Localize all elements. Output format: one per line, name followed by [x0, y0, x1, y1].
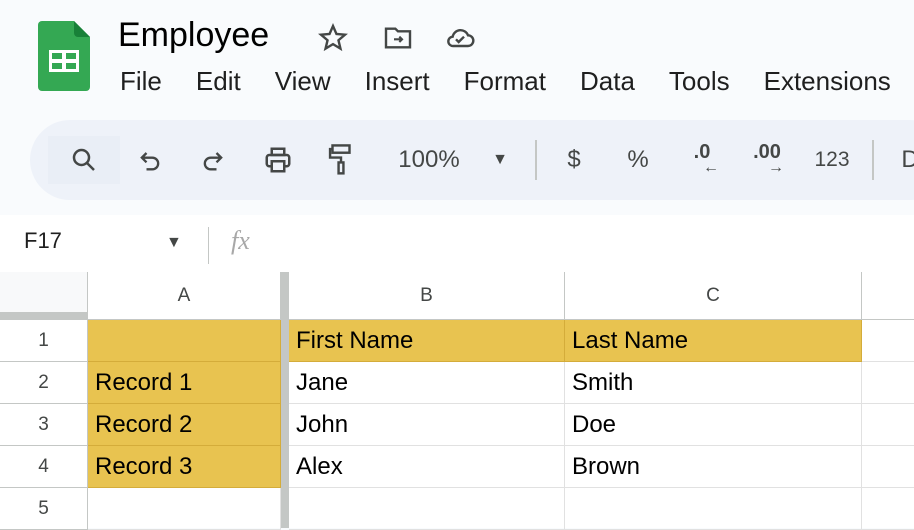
- redo-icon: [203, 152, 223, 171]
- cell[interactable]: [862, 320, 914, 362]
- percent-format-button[interactable]: %: [622, 140, 654, 180]
- paint-format-button[interactable]: [322, 140, 360, 180]
- cell[interactable]: First Name: [289, 320, 565, 362]
- caret-down-icon: ▼: [492, 151, 508, 168]
- currency-format-button[interactable]: $: [560, 140, 588, 180]
- cell[interactable]: [862, 404, 914, 446]
- document-title[interactable]: Employee: [118, 16, 269, 55]
- column-header[interactable]: [862, 272, 914, 320]
- font-label: D: [901, 146, 914, 173]
- column-header[interactable]: C: [565, 272, 862, 320]
- undo-button[interactable]: [132, 140, 168, 180]
- row-header[interactable]: 5: [0, 488, 88, 530]
- cell[interactable]: Doe: [565, 404, 862, 446]
- formula-input[interactable]: [280, 222, 900, 266]
- search-menus-button[interactable]: [48, 136, 120, 184]
- currency-label: $: [567, 146, 581, 173]
- cell[interactable]: [88, 488, 281, 530]
- row-header[interactable]: 3: [0, 404, 88, 446]
- cell[interactable]: Last Name: [565, 320, 862, 362]
- sheets-logo-icon[interactable]: [38, 21, 90, 91]
- number-format-label: 123: [814, 148, 850, 171]
- cell[interactable]: Record 2: [88, 404, 281, 446]
- cell[interactable]: John: [289, 404, 565, 446]
- increase-decimal-label: .00: [753, 141, 781, 163]
- menu-format[interactable]: Format: [464, 66, 546, 97]
- cell[interactable]: [862, 446, 914, 488]
- zoom-select[interactable]: 100%: [388, 140, 470, 180]
- star-icon[interactable]: [317, 22, 349, 54]
- cell[interactable]: Brown: [565, 446, 862, 488]
- zoom-dropdown-button[interactable]: ▼: [488, 140, 512, 180]
- toolbar-divider: [535, 140, 537, 180]
- print-icon: [265, 147, 291, 173]
- cell[interactable]: [862, 362, 914, 404]
- cell[interactable]: [565, 488, 862, 530]
- undo-icon: [140, 152, 160, 171]
- decrease-decimal-button[interactable]: .0 ←: [682, 140, 722, 180]
- arrow-right-icon: →: [768, 159, 784, 176]
- menu-edit[interactable]: Edit: [196, 66, 241, 97]
- menu-view[interactable]: View: [275, 66, 331, 97]
- cloud-saved-icon[interactable]: [444, 22, 476, 54]
- menu-extensions[interactable]: Extensions: [764, 66, 891, 97]
- zoom-value: 100%: [398, 146, 460, 173]
- move-to-folder-icon[interactable]: [382, 22, 414, 54]
- redo-button[interactable]: [195, 140, 231, 180]
- increase-decimal-button[interactable]: .00 →: [745, 140, 789, 180]
- cell[interactable]: [862, 488, 914, 530]
- row-header[interactable]: 1: [0, 320, 88, 362]
- toolbar-divider: [872, 140, 874, 180]
- formula-divider: [208, 227, 209, 264]
- name-box[interactable]: F17: [24, 228, 62, 254]
- freeze-column-handle[interactable]: [281, 272, 289, 528]
- cell[interactable]: Smith: [565, 362, 862, 404]
- freeze-row-handle[interactable]: [0, 312, 88, 320]
- row-header[interactable]: 2: [0, 362, 88, 404]
- cell[interactable]: Record 1: [88, 362, 281, 404]
- number-format-button[interactable]: 123: [810, 140, 854, 180]
- name-box-dropdown-icon[interactable]: ▼: [166, 234, 182, 252]
- cell[interactable]: [289, 488, 565, 530]
- column-header[interactable]: B: [289, 272, 565, 320]
- menu-tools[interactable]: Tools: [669, 66, 730, 97]
- fx-icon: fx: [231, 226, 250, 255]
- menu-data[interactable]: Data: [580, 66, 635, 97]
- menu-file[interactable]: File: [120, 66, 162, 97]
- row-header[interactable]: 4: [0, 446, 88, 488]
- decrease-decimal-label: .0: [693, 141, 711, 163]
- arrow-left-icon: ←: [703, 159, 719, 176]
- paint-roller-icon: [328, 144, 351, 175]
- percent-label: %: [627, 146, 649, 173]
- font-select[interactable]: D: [900, 140, 914, 180]
- cell[interactable]: [88, 320, 281, 362]
- search-icon: [72, 148, 95, 171]
- menu-insert[interactable]: Insert: [365, 66, 430, 97]
- column-header[interactable]: A: [88, 272, 281, 320]
- print-button[interactable]: [259, 140, 297, 180]
- menu-bar: File Edit View Insert Format Data Tools …: [120, 66, 914, 97]
- cell[interactable]: Record 3: [88, 446, 281, 488]
- cell[interactable]: Jane: [289, 362, 565, 404]
- cell[interactable]: Alex: [289, 446, 565, 488]
